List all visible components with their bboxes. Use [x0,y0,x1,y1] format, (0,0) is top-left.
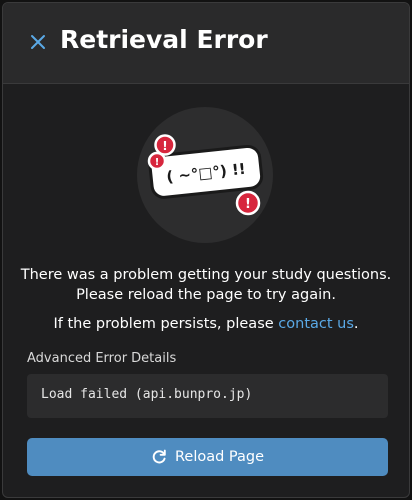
warning-badge-symbol: ! [155,157,160,168]
error-details-box: Load failed (api.bunpro.jp) [27,374,388,418]
error-illustration: ( ~°□°) !! ! ! ! [137,107,273,243]
warning-badge-symbol: ! [245,197,251,212]
refresh-icon [151,449,167,465]
modal-header: Retrieval Error [3,3,409,84]
error-details-text: Load failed (api.bunpro.jp) [41,387,253,402]
error-kaomoji-icon: ( ~°□°) !! ! ! ! [147,134,264,216]
persist-message: If the problem persists, please contact … [3,314,409,334]
modal-title: Retrieval Error [60,25,268,54]
persist-text: If the problem persists, please [53,316,279,332]
persist-suffix: . [353,316,359,332]
close-icon[interactable] [29,33,47,51]
warning-badge-symbol: ! [162,139,167,153]
error-message-line: There was a problem getting your study q… [20,267,392,283]
reload-button-label: Reload Page [174,449,265,465]
error-message-line: Please reload the page to try again. [76,287,336,303]
contact-us-link[interactable]: contact us [278,316,354,332]
reload-page-button[interactable]: Reload Page [27,438,388,476]
advanced-details-label: Advanced Error Details [27,351,177,366]
error-message: There was a problem getting your study q… [3,265,409,305]
error-modal: Retrieval Error ( ~°□°) !! ! ! ! There w… [2,2,410,498]
